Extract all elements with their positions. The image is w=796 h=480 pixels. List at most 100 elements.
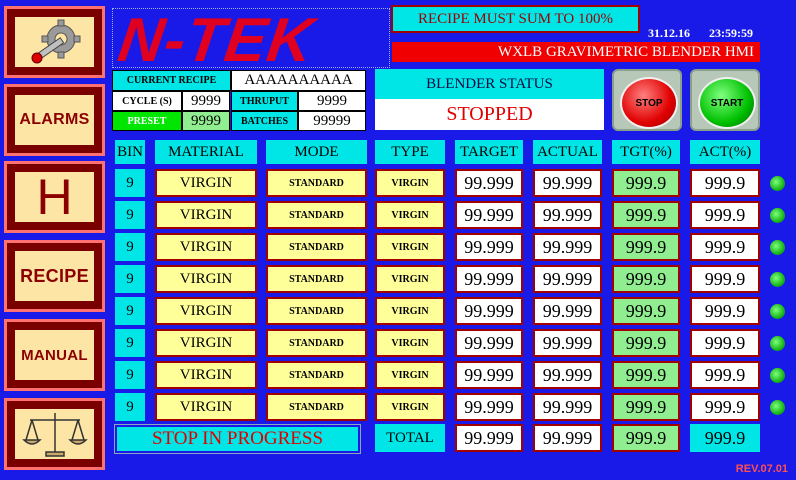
- bin-cell: 9: [115, 169, 145, 197]
- bin-cell: 9: [115, 297, 145, 325]
- recipe-button[interactable]: RECIPE: [4, 240, 105, 312]
- status-led-icon: [770, 336, 785, 351]
- act-pct-cell: 999.9: [690, 201, 760, 229]
- gear-wrench-icon: [15, 17, 94, 67]
- revision-label: REV.07.01: [735, 463, 788, 475]
- total-label: TOTAL: [375, 424, 445, 452]
- col-header-material: MATERIAL: [155, 140, 257, 164]
- mode-cell[interactable]: STANDARD: [266, 361, 367, 389]
- type-cell[interactable]: VIRGIN: [375, 201, 445, 229]
- stop-button[interactable]: STOP: [612, 69, 682, 131]
- thruput-label: THRUPUT: [231, 91, 298, 111]
- actual-cell: 99.999: [533, 393, 602, 421]
- mode-cell[interactable]: STANDARD: [266, 233, 367, 261]
- status-led-icon: [770, 272, 785, 287]
- cycle-label: CYCLE (S): [112, 91, 182, 111]
- bin-cell: 9: [115, 361, 145, 389]
- tgt-pct-cell: 999.9: [612, 265, 680, 293]
- mode-cell[interactable]: STANDARD: [266, 297, 367, 325]
- target-cell[interactable]: 99.999: [455, 265, 523, 293]
- material-cell[interactable]: VIRGIN: [155, 233, 257, 261]
- actual-cell: 99.999: [533, 297, 602, 325]
- actual-cell: 99.999: [533, 265, 602, 293]
- blender-status-header: BLENDER STATUS: [375, 69, 604, 99]
- material-cell[interactable]: VIRGIN: [155, 169, 257, 197]
- type-cell[interactable]: VIRGIN: [375, 329, 445, 357]
- blender-status-value: STOPPED: [375, 99, 604, 130]
- bin-cell: 9: [115, 393, 145, 421]
- type-cell[interactable]: VIRGIN: [375, 361, 445, 389]
- col-header-type: TYPE: [375, 140, 445, 164]
- settings-button[interactable]: [4, 6, 105, 78]
- type-cell[interactable]: VIRGIN: [375, 169, 445, 197]
- tgt-pct-cell: 999.9: [612, 169, 680, 197]
- target-cell[interactable]: 99.999: [455, 169, 523, 197]
- start-button-label: START: [698, 77, 756, 129]
- col-header-mode: MODE: [266, 140, 367, 164]
- scale-icon: [15, 409, 94, 459]
- act-pct-cell: 999.9: [690, 169, 760, 197]
- actual-cell: 99.999: [533, 361, 602, 389]
- actual-cell: 99.999: [533, 233, 602, 261]
- type-cell[interactable]: VIRGIN: [375, 297, 445, 325]
- stop-in-progress-message: STOP IN PROGRESS: [114, 424, 361, 454]
- target-cell[interactable]: 99.999: [455, 233, 523, 261]
- target-cell[interactable]: 99.999: [455, 393, 523, 421]
- target-cell[interactable]: 99.999: [455, 329, 523, 357]
- logo-text: N-TEK: [114, 6, 319, 75]
- start-button[interactable]: START: [690, 69, 760, 131]
- target-cell[interactable]: 99.999: [455, 297, 523, 325]
- date-display: 31.12.16: [648, 26, 690, 40]
- preset-label: PRESET: [112, 111, 182, 131]
- actual-cell: 99.999: [533, 329, 602, 357]
- type-cell[interactable]: VIRGIN: [375, 393, 445, 421]
- mode-cell[interactable]: STANDARD: [266, 393, 367, 421]
- material-cell[interactable]: VIRGIN: [155, 393, 257, 421]
- target-cell[interactable]: 99.999: [455, 361, 523, 389]
- bin-cell: 9: [115, 201, 145, 229]
- scale-button[interactable]: [4, 398, 105, 470]
- alarms-label: ALARMS: [19, 111, 90, 128]
- col-header-target: TARGET: [455, 140, 523, 164]
- manual-label: MANUAL: [21, 346, 88, 364]
- manual-button[interactable]: MANUAL: [4, 319, 105, 391]
- total-target: 99.999: [455, 424, 523, 452]
- type-cell[interactable]: VIRGIN: [375, 265, 445, 293]
- mode-cell[interactable]: STANDARD: [266, 201, 367, 229]
- tgt-pct-cell: 999.9: [612, 297, 680, 325]
- bin-cell: 9: [115, 265, 145, 293]
- material-cell[interactable]: VIRGIN: [155, 329, 257, 357]
- col-header-bin: BIN: [115, 140, 145, 164]
- tgt-pct-cell: 999.9: [612, 393, 680, 421]
- col-header-act-pct: ACT(%): [690, 140, 760, 164]
- mode-cell[interactable]: STANDARD: [266, 169, 367, 197]
- status-led-icon: [770, 208, 785, 223]
- app-title: WXLB GRAVIMETRIC BLENDER HMI: [392, 42, 760, 62]
- target-cell[interactable]: 99.999: [455, 201, 523, 229]
- material-cell[interactable]: VIRGIN: [155, 201, 257, 229]
- recipe-message: RECIPE MUST SUM TO 100%: [391, 5, 640, 33]
- act-pct-cell: 999.9: [690, 297, 760, 325]
- col-header-tgt-pct: TGT(%): [612, 140, 680, 164]
- status-led-icon: [770, 400, 785, 415]
- batches-label: BATCHES: [231, 111, 298, 131]
- ntek-logo: N-TEK: [112, 6, 390, 75]
- status-led-icon: [770, 304, 785, 319]
- tgt-pct-cell: 999.9: [612, 201, 680, 229]
- help-button[interactable]: H: [4, 161, 105, 233]
- act-pct-cell: 999.9: [690, 361, 760, 389]
- actual-cell: 99.999: [533, 169, 602, 197]
- material-cell[interactable]: VIRGIN: [155, 297, 257, 325]
- preset-value[interactable]: 9999: [182, 111, 230, 131]
- material-cell[interactable]: VIRGIN: [155, 265, 257, 293]
- alarms-button[interactable]: ALARMS: [4, 84, 105, 156]
- type-cell[interactable]: VIRGIN: [375, 233, 445, 261]
- time-display: 23:59:59: [709, 26, 753, 40]
- current-recipe-label: CURRENT RECIPE: [112, 70, 231, 91]
- material-cell[interactable]: VIRGIN: [155, 361, 257, 389]
- current-recipe-value[interactable]: AAAAAAAAAA: [231, 70, 366, 91]
- mode-cell[interactable]: STANDARD: [266, 265, 367, 293]
- bin-cell: 9: [115, 233, 145, 261]
- tgt-pct-cell: 999.9: [612, 329, 680, 357]
- mode-cell[interactable]: STANDARD: [266, 329, 367, 357]
